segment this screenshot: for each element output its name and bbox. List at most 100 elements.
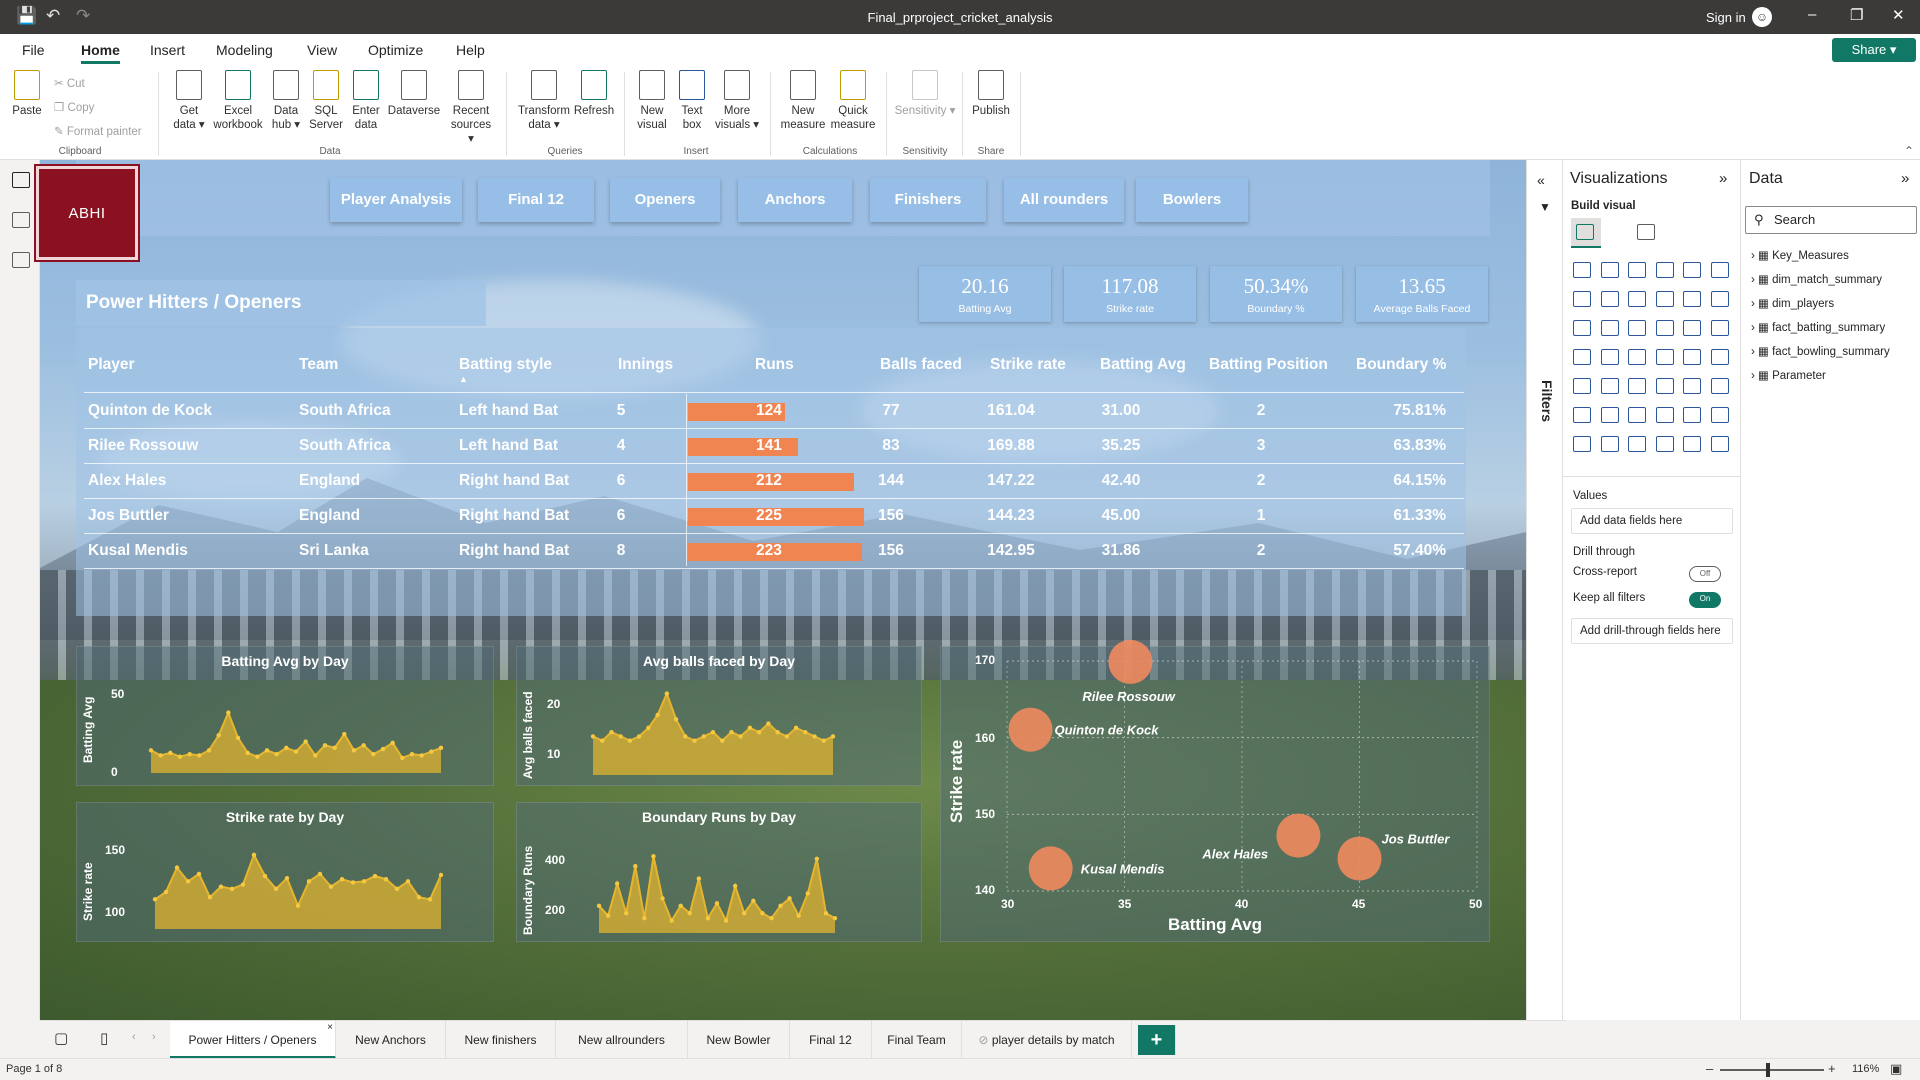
data-point[interactable] (274, 751, 279, 757)
data-point[interactable] (361, 743, 366, 748)
table-dim-match-summary[interactable]: › ▦ dim_match_summary (1751, 272, 1882, 286)
col-runs[interactable]: Runs (755, 356, 794, 374)
menu-help[interactable]: Help (456, 42, 485, 58)
clustered-column-visual-icon[interactable] (1655, 262, 1674, 278)
data-point[interactable] (429, 749, 434, 754)
python-visual-visual-icon[interactable] (1711, 378, 1729, 394)
zoom-out-icon[interactable]: – (1706, 1061, 1713, 1076)
data-point[interactable] (207, 895, 213, 900)
data-point[interactable] (823, 911, 829, 916)
data-point[interactable] (596, 903, 602, 908)
data-point[interactable] (696, 876, 702, 881)
col-batting-position[interactable]: Batting Position (1209, 356, 1328, 374)
data-point[interactable] (419, 753, 424, 758)
data-point[interactable] (187, 751, 192, 757)
data-point[interactable] (438, 872, 444, 878)
treemap-visual-icon[interactable] (1683, 320, 1702, 336)
data-point[interactable] (390, 740, 395, 746)
multirow-card-visual-icon[interactable] (1711, 349, 1729, 365)
key-influencers-visual-icon[interactable] (1573, 407, 1591, 423)
refresh-button[interactable]: Refresh (572, 70, 616, 118)
tab-new-finishers[interactable]: New finishers (446, 1021, 556, 1059)
data-point[interactable] (605, 913, 611, 918)
copy-button[interactable]: ❐ Copy (54, 100, 94, 114)
data-point[interactable] (196, 871, 202, 877)
data-point[interactable] (633, 864, 638, 869)
collapse-data-icon[interactable]: » (1901, 170, 1909, 187)
data-point[interactable] (590, 734, 596, 739)
data-point[interactable] (380, 746, 386, 752)
data-point[interactable] (342, 731, 347, 737)
data-point[interactable] (729, 729, 734, 735)
data-point[interactable] (284, 745, 289, 751)
custom-3-visual-icon[interactable] (1683, 436, 1702, 452)
data-point[interactable] (669, 918, 674, 923)
nav-bowlers[interactable]: Bowlers (1136, 178, 1248, 222)
power-apps-visual-icon[interactable] (1573, 436, 1591, 452)
chart-boundary-runs-by-day[interactable]: Boundary Runs by Day Boundary Runs 400 2… (516, 802, 922, 942)
data-point[interactable] (766, 721, 771, 726)
data-point[interactable] (710, 729, 716, 735)
data-hub-button[interactable]: Data hub ▾ (268, 70, 304, 132)
fit-to-page-icon[interactable]: ▣ (1890, 1061, 1902, 1077)
data-point[interactable] (673, 717, 679, 722)
shape-map-visual-icon[interactable] (1600, 349, 1619, 365)
data-point[interactable] (226, 710, 231, 715)
data-point[interactable] (245, 750, 250, 756)
data-point[interactable] (742, 911, 747, 916)
data-point[interactable] (814, 856, 820, 861)
stacked-area-visual-icon[interactable] (1628, 291, 1647, 307)
nav-anchors[interactable]: Anchors (738, 178, 852, 222)
gauge-visual-icon[interactable] (1655, 349, 1674, 365)
build-visual-tab[interactable] (1571, 218, 1601, 248)
custom-1-visual-icon[interactable] (1628, 436, 1647, 452)
narrative-visual-icon[interactable] (1655, 407, 1674, 423)
data-point[interactable] (769, 915, 774, 921)
menu-optimize[interactable]: Optimize (368, 42, 423, 58)
transform-data-button[interactable]: Transform data ▾ (516, 70, 572, 132)
kpi-visual-icon[interactable] (1573, 378, 1591, 394)
data-point[interactable] (177, 754, 183, 759)
paste-button[interactable]: Paste (12, 70, 42, 118)
data-point[interactable] (618, 734, 623, 739)
more-visuals-button[interactable]: More visuals ▾ (712, 70, 762, 132)
data-point[interactable] (317, 871, 323, 877)
restore-icon[interactable]: ❐ (1850, 6, 1863, 24)
data-point[interactable] (372, 873, 378, 879)
funnel-visual-icon[interactable] (1573, 320, 1591, 336)
data-point[interactable] (775, 729, 780, 735)
data-point[interactable] (651, 854, 656, 859)
data-point[interactable] (235, 735, 241, 740)
data-point[interactable] (400, 755, 405, 761)
data-point[interactable] (705, 915, 711, 921)
data-point[interactable] (732, 883, 738, 889)
keep-all-filters-toggle[interactable]: On (1689, 592, 1721, 608)
pie-visual-icon[interactable] (1628, 320, 1647, 336)
bubble-point[interactable] (1028, 846, 1073, 891)
data-point[interactable] (664, 691, 670, 696)
nav-final-12[interactable]: Final 12 (478, 178, 594, 222)
data-point[interactable] (642, 915, 647, 921)
quick-measure-button[interactable]: Quick measure (828, 70, 878, 132)
map-visual-icon[interactable] (1711, 320, 1729, 336)
data-point[interactable] (636, 734, 642, 739)
data-point[interactable] (229, 886, 235, 891)
data-point[interactable] (655, 712, 660, 718)
data-point[interactable] (614, 881, 620, 886)
menu-home[interactable]: Home (81, 42, 120, 64)
data-point[interactable] (784, 734, 790, 739)
paginated-visual-icon[interactable] (1711, 407, 1729, 423)
bubble-point[interactable] (1108, 639, 1153, 684)
data-point[interactable] (332, 745, 337, 751)
chart-batting-avg-by-day[interactable]: Batting Avg by Day Batting Avg 50 0 (76, 646, 494, 786)
col-batting-style[interactable]: Batting style (459, 356, 552, 374)
zoom-slider-thumb[interactable] (1766, 1063, 1770, 1077)
filters-pane[interactable]: « ▼ Filters (1526, 160, 1562, 1020)
data-point[interactable] (264, 748, 270, 753)
data-point[interactable] (760, 911, 765, 916)
expand-filters-icon[interactable]: « (1537, 172, 1545, 188)
nav-player-analysis[interactable]: Player Analysis (330, 178, 462, 222)
data-point[interactable] (339, 877, 345, 882)
data-point[interactable] (751, 898, 756, 904)
data-point[interactable] (830, 734, 836, 739)
